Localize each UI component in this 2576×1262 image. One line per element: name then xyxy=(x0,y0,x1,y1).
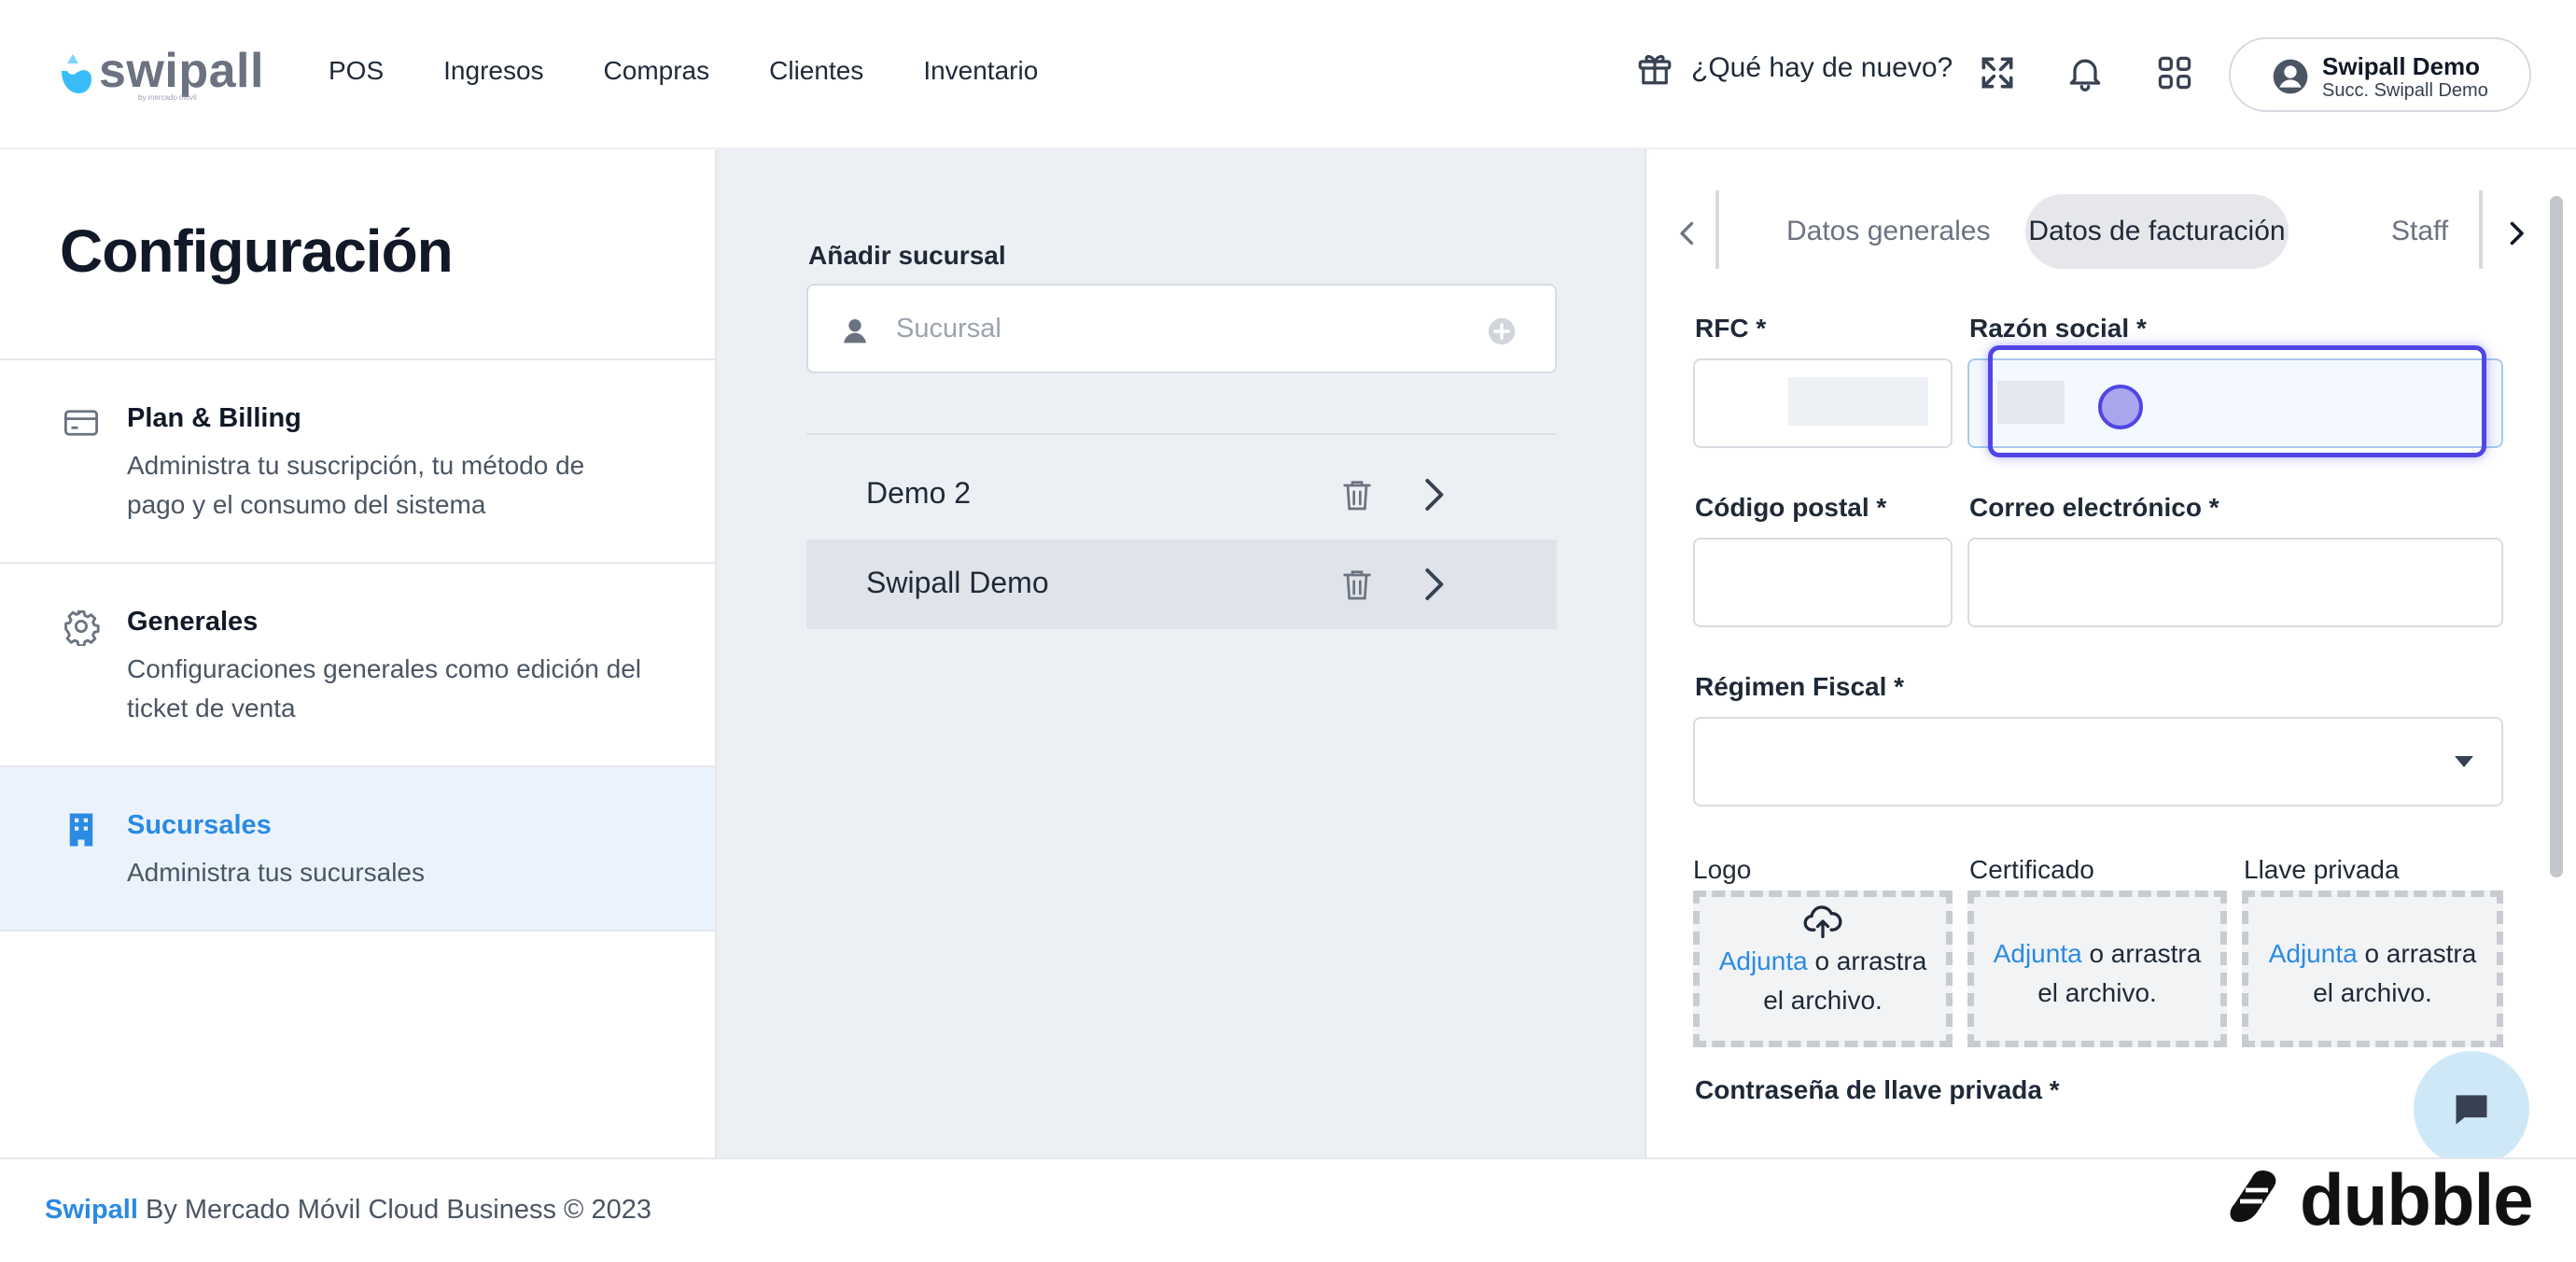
certificate-upload-label: Certificado xyxy=(1969,855,2094,884)
tab-datos-facturacion[interactable]: Datos de facturación xyxy=(2025,194,2289,269)
chevron-right-icon[interactable] xyxy=(1415,476,1452,513)
whats-new-button[interactable]: ¿Qué hay de nuevo? xyxy=(1635,49,1953,88)
private-key-password-label: Contraseña de llave privada * xyxy=(1695,1075,2060,1104)
chevron-left-icon[interactable] xyxy=(1671,217,1704,250)
swipall-logo-icon xyxy=(62,54,91,93)
certificate-upload-dropzone[interactable]: Adjunta o arrastra el archivo. xyxy=(1967,890,2227,1047)
menu-item-description: Administra tus sucursales xyxy=(127,858,426,887)
private-key-upload-dropzone[interactable]: Adjunta o arrastra el archivo. xyxy=(2242,890,2503,1047)
tax-regime-label: Régimen Fiscal * xyxy=(1695,672,1905,701)
page-title: Configuración xyxy=(60,217,454,285)
menu-item-description: Configuraciones generales como edición d… xyxy=(127,654,642,722)
branches-panel: Añadir sucursal Sucursal Demo 2 Swipall … xyxy=(717,149,1646,1157)
menu-item-title: Sucursales xyxy=(127,810,272,840)
razon-social-label: Razón social * xyxy=(1969,314,2147,343)
whats-new-label: ¿Qué hay de nuevo? xyxy=(1691,52,1953,83)
chevron-right-icon[interactable] xyxy=(1415,566,1452,603)
branch-name: Swipall Demo xyxy=(866,566,1049,599)
tab-staff[interactable]: Staff xyxy=(2391,194,2466,269)
settings-sidebar: Configuración Plan & Billing Administra … xyxy=(0,149,717,1157)
tab-datos-generales[interactable]: Datos generales xyxy=(1786,194,2007,269)
footer: Swipall By Mercado Móvil Cloud Business … xyxy=(0,1157,2576,1262)
main-nav: POS Ingresos Compras Clientes Inventario xyxy=(329,56,1038,86)
building-icon xyxy=(69,813,93,847)
attach-link[interactable]: Adjunta xyxy=(2269,939,2358,968)
redacted-value xyxy=(1788,377,1928,426)
dubble-logo-icon xyxy=(2230,1171,2276,1223)
nav-inventario[interactable]: Inventario xyxy=(923,56,1038,86)
logo-text: swipall xyxy=(99,44,264,98)
private-key-upload-text: Adjunta o arrastra xyxy=(2268,939,2477,968)
chat-support-button[interactable] xyxy=(2414,1051,2529,1167)
branch-detail-panel: Datos generales Datos de facturación Sta… xyxy=(1648,149,2576,1157)
add-branch-placeholder: Sucursal xyxy=(896,314,1001,344)
certificate-upload-text: Adjunta o arrastra xyxy=(1993,939,2202,968)
apps-grid-icon[interactable] xyxy=(2154,52,2195,93)
menu-item-title: Plan & Billing xyxy=(127,403,301,433)
rfc-label: RFC * xyxy=(1695,314,1767,343)
certificate-upload-text-2: el archivo. xyxy=(2037,978,2157,1007)
email-label: Correo electrónico * xyxy=(1969,493,2219,522)
user-menu-button[interactable]: Swipall Demo Succ. Swipall Demo xyxy=(2229,37,2531,112)
footer-copyright: Swipall By Mercado Móvil Cloud Business … xyxy=(45,1195,651,1226)
rfc-input[interactable] xyxy=(1693,358,1953,448)
trash-icon[interactable] xyxy=(1338,564,1376,605)
swipall-logo[interactable]: swipall by mercado movil xyxy=(58,43,263,103)
attach-link[interactable]: Adjunta xyxy=(1994,939,2082,968)
nav-pos[interactable]: POS xyxy=(329,56,384,86)
logo-upload-dropzone[interactable]: Adjunta o arrastra el archivo. xyxy=(1693,890,1953,1047)
private-key-upload-label: Llave privada xyxy=(2244,855,2400,884)
watermark-text: dubble xyxy=(2300,1158,2534,1241)
razon-social-input[interactable] xyxy=(1967,358,2503,448)
tax-regime-select[interactable] xyxy=(1693,717,2503,806)
fullscreen-icon[interactable] xyxy=(1977,52,2018,93)
panel-scrollbar[interactable] xyxy=(2550,196,2563,877)
branch-row-swipall-demo[interactable]: Swipall Demo xyxy=(806,540,1557,629)
caret-down-icon xyxy=(2455,756,2473,767)
add-branch-input[interactable]: Sucursal xyxy=(806,284,1557,373)
logo-subtext: by mercado movil xyxy=(138,93,197,102)
bell-icon[interactable] xyxy=(2065,52,2106,93)
footer-brand-link[interactable]: Swipall xyxy=(45,1195,138,1225)
postal-code-label: Código postal * xyxy=(1695,493,1887,522)
add-circle-icon[interactable] xyxy=(1486,316,1518,347)
redacted-value xyxy=(1997,381,2065,424)
person-icon xyxy=(844,319,866,344)
trash-icon[interactable] xyxy=(1338,474,1376,515)
attach-link[interactable]: Adjunta xyxy=(1719,946,1808,975)
user-branch: Succ. Swipall Demo xyxy=(2322,80,2488,101)
tab-scroll-divider xyxy=(2479,190,2483,269)
menu-item-sucursales[interactable]: Sucursales Administra tus sucursales xyxy=(0,767,715,932)
dubble-watermark: dubble xyxy=(2223,1156,2541,1241)
email-input[interactable] xyxy=(1967,538,2503,627)
settings-menu: Plan & Billing Administra tu suscripción… xyxy=(0,358,715,932)
menu-item-plan-billing[interactable]: Plan & Billing Administra tu suscripción… xyxy=(0,360,715,564)
menu-item-description: Administra tu suscripción, tu método de … xyxy=(127,451,585,519)
cloud-upload-icon xyxy=(1803,905,1842,939)
logo-upload-text-2: el archivo. xyxy=(1763,986,1883,1015)
postal-code-input[interactable] xyxy=(1693,538,1953,627)
menu-item-generales[interactable]: Generales Configuraciones generales como… xyxy=(0,564,715,767)
credit-card-icon xyxy=(63,410,99,436)
user-name: Swipall Demo xyxy=(2322,52,2481,80)
divider xyxy=(806,433,1557,435)
logo-upload-label: Logo xyxy=(1693,855,1752,884)
nav-compras[interactable]: Compras xyxy=(604,56,710,86)
chevron-right-icon[interactable] xyxy=(2499,217,2533,250)
footer-rest: By Mercado Móvil Cloud Business © 2023 xyxy=(137,1195,651,1225)
menu-item-title: Generales xyxy=(127,607,259,637)
branch-name: Demo 2 xyxy=(866,476,972,510)
nav-ingresos[interactable]: Ingresos xyxy=(443,56,543,86)
logo-upload-text: Adjunta o arrastra xyxy=(1718,946,1927,975)
branch-row-demo-2[interactable]: Demo 2 xyxy=(806,450,1557,540)
add-branch-label: Añadir sucursal xyxy=(808,241,1006,270)
gift-icon xyxy=(1638,54,1672,85)
private-key-upload-text-2: el archivo. xyxy=(2313,978,2432,1007)
top-header: swipall by mercado movil POS Ingresos Co… xyxy=(0,0,2576,149)
chat-icon xyxy=(2456,1095,2487,1125)
user-avatar-icon xyxy=(2273,59,2308,94)
nav-clientes[interactable]: Clientes xyxy=(769,56,863,86)
tab-scroll-divider xyxy=(1715,190,1719,269)
gear-icon xyxy=(64,610,100,646)
